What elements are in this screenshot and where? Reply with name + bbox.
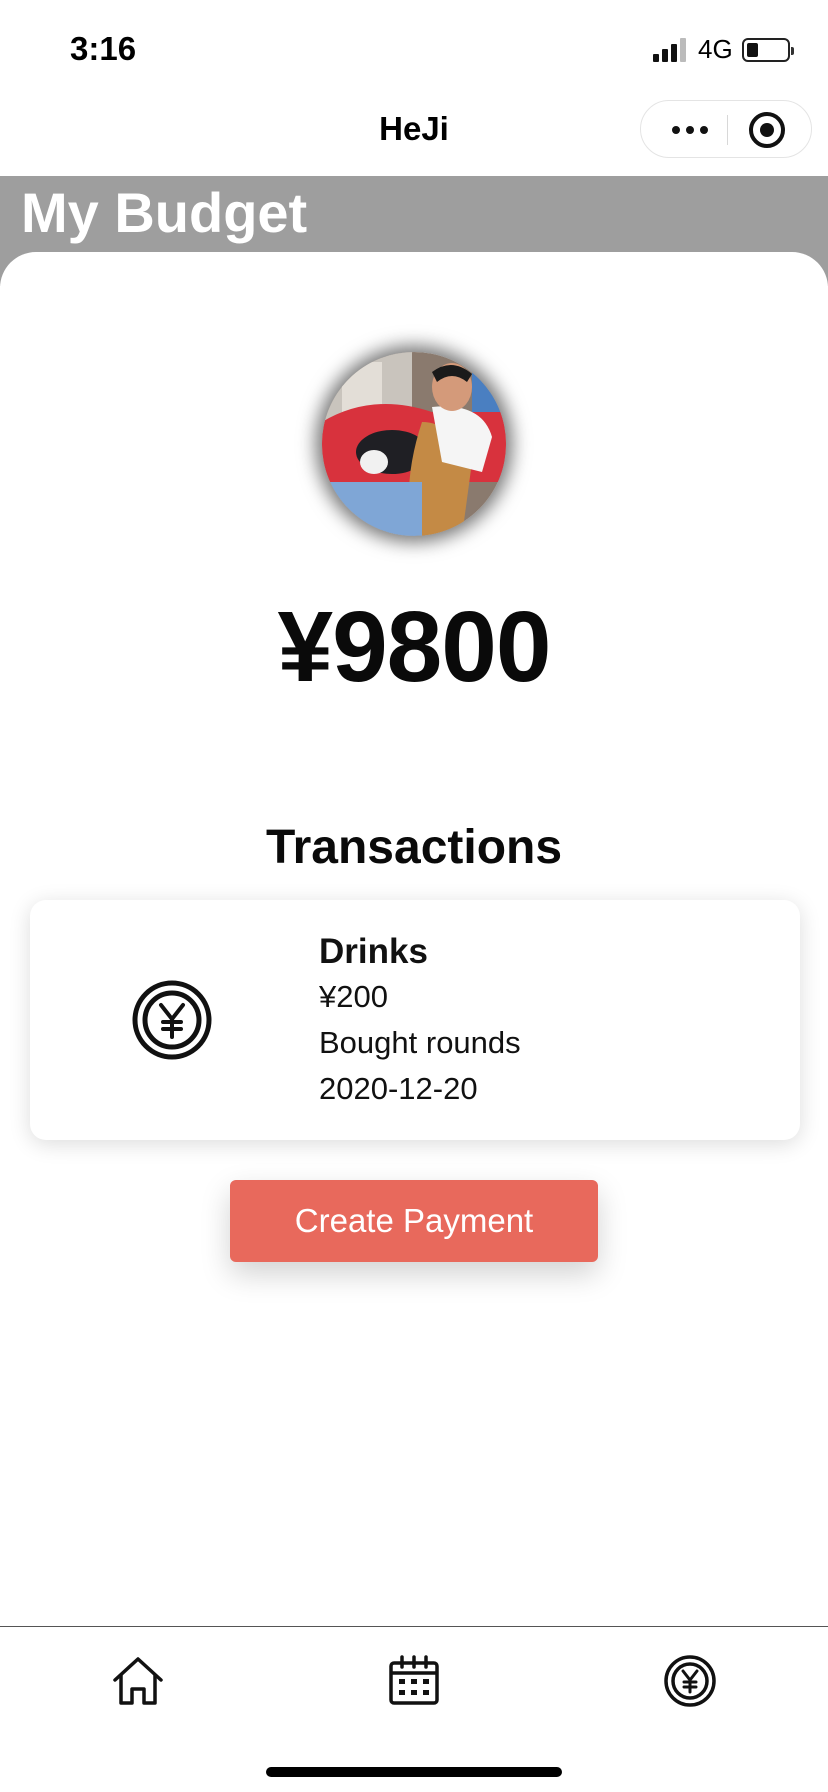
home-indicator: [266, 1767, 562, 1777]
close-target-icon[interactable]: [749, 112, 785, 148]
capsule-divider: [727, 115, 728, 145]
tab-home[interactable]: [110, 1653, 166, 1709]
calendar-icon: [389, 1655, 439, 1705]
yen-coin-icon: [132, 980, 212, 1060]
battery-icon: [742, 38, 794, 62]
home-icon: [113, 1657, 163, 1705]
signal-icon: [653, 38, 689, 62]
page-title: My Budget: [21, 181, 308, 244]
tab-bar: [0, 1626, 828, 1792]
menu-capsule: [640, 100, 812, 158]
status-time: 3:16: [70, 30, 137, 67]
avatar[interactable]: [322, 352, 506, 536]
budget-amount: ¥9800: [277, 591, 551, 703]
create-payment-button[interactable]: Create Payment: [230, 1180, 598, 1262]
transaction-note: Bought rounds: [319, 1025, 521, 1060]
screen: 3:16 4G HeJi My Budget ¥9800 Transaction…: [0, 0, 828, 1792]
avatar-photo: [322, 352, 506, 536]
yen-coin-icon: [664, 1655, 716, 1707]
tab-calendar[interactable]: [386, 1653, 442, 1709]
more-dots-icon[interactable]: [659, 101, 721, 159]
transaction-details: Drinks ¥200 Bought rounds 2020-12-20: [319, 930, 521, 1112]
transactions-title: Transactions: [265, 821, 563, 874]
transaction-card[interactable]: Drinks ¥200 Bought rounds 2020-12-20: [30, 900, 800, 1140]
transaction-name: Drinks: [319, 932, 428, 971]
status-bar: 3:16 4G: [0, 0, 828, 100]
nav-bar: HeJi: [0, 100, 828, 176]
transaction-date: 2020-12-20: [319, 1071, 478, 1106]
tab-budget[interactable]: [662, 1653, 718, 1709]
network-label: 4G: [698, 34, 733, 64]
content-card: ¥9800 Transactions Drinks ¥200 Bought ro…: [0, 252, 828, 1627]
transaction-amount: ¥200: [319, 979, 388, 1014]
